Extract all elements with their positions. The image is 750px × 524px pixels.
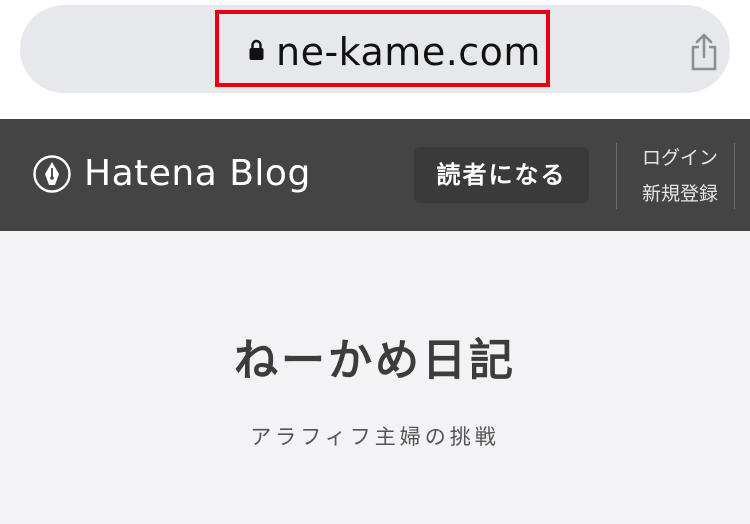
hatena-blog-bar: Hatena Blog 読者になる ログイン 新規登録 [0,119,750,231]
hatena-blog-logo[interactable]: Hatena Blog [32,150,311,198]
blog-description: アラフィフ主婦の挑戦 [250,425,500,449]
share-icon[interactable] [688,33,720,71]
hatena-blog-wordmark: Hatena Blog [84,153,311,194]
subscribe-button[interactable]: 読者になる [414,147,589,203]
url-highlight-box [215,10,550,87]
blog-title[interactable]: ねーかめ日記 [0,331,750,391]
hatena-pen-icon [33,155,71,193]
divider [616,143,617,209]
browser-toolbar: ne-kame.com [0,0,750,119]
auth-links: ログイン 新規登録 [628,143,732,209]
blog-header: ねーかめ日記 アラフィフ主婦の挑戦 [0,231,750,524]
divider [734,143,735,209]
signup-link[interactable]: 新規登録 [642,179,718,209]
login-link[interactable]: ログイン [642,143,718,173]
